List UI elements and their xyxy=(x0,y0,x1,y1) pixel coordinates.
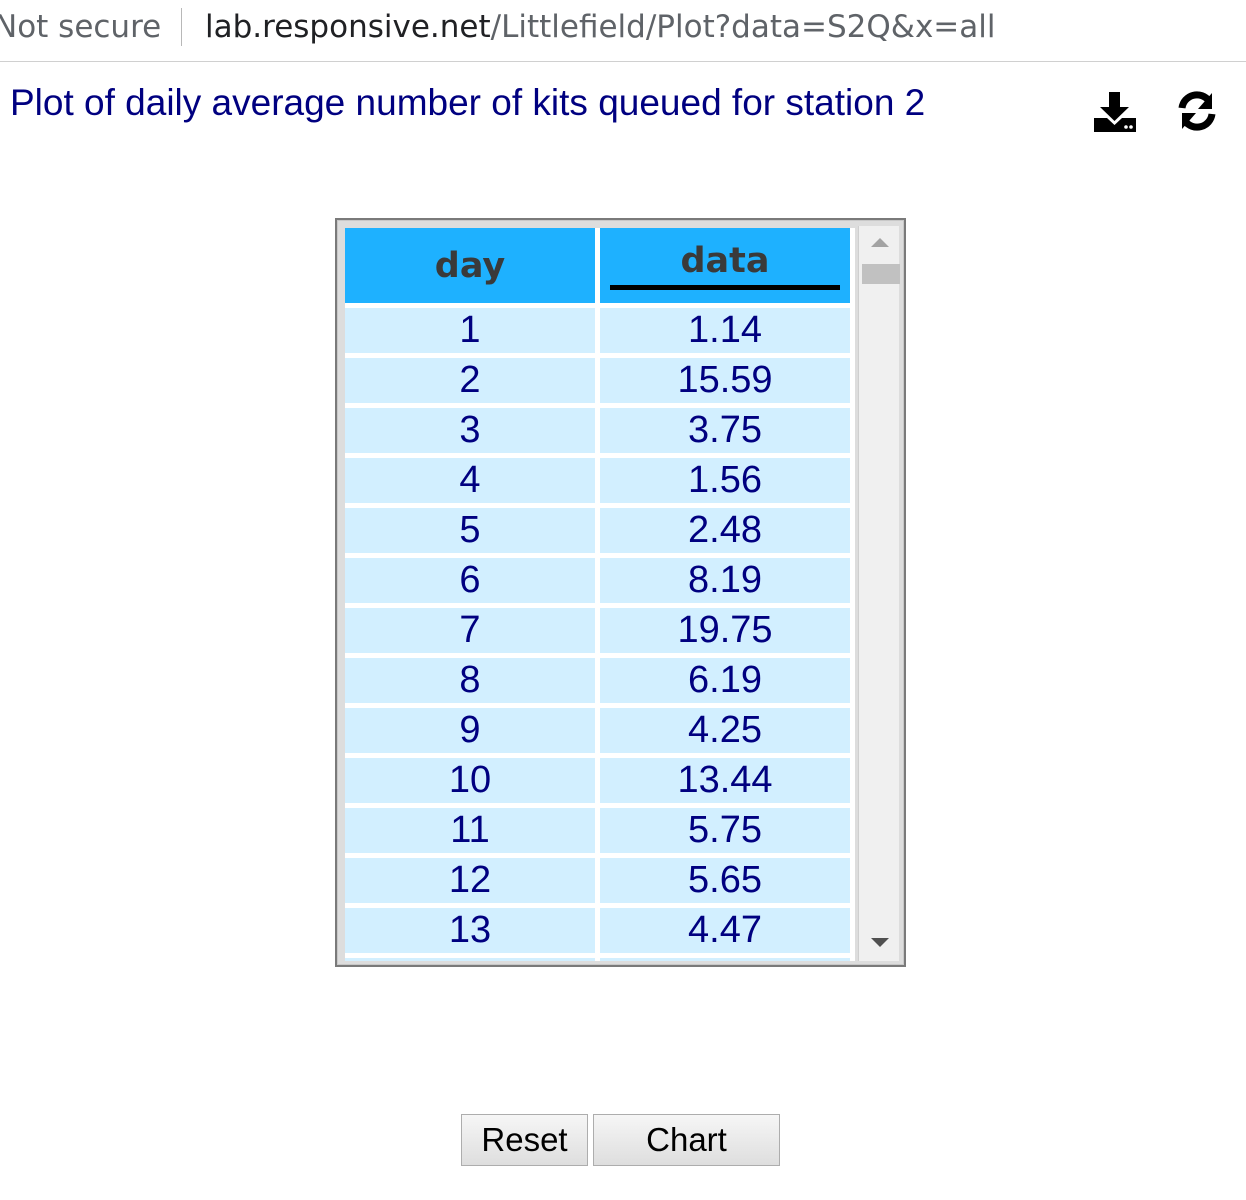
data-cell xyxy=(600,958,850,961)
url-host: lab.responsive.net xyxy=(205,9,491,45)
data-cell: 13.44 xyxy=(600,758,850,803)
day-cell: 7 xyxy=(345,608,595,653)
table-scrollbar[interactable] xyxy=(858,226,900,961)
download-icon[interactable] xyxy=(1092,90,1138,137)
data-cell: 3.75 xyxy=(600,408,850,453)
table-row: 10 13.44 xyxy=(345,758,850,803)
day-cell: 1 xyxy=(345,308,595,353)
day-cell: 8 xyxy=(345,658,595,703)
address-bar[interactable]: Not secure lab.responsive.net/Littlefiel… xyxy=(0,0,1246,62)
data-cell: 19.75 xyxy=(600,608,850,653)
day-cell: 9 xyxy=(345,708,595,753)
data-cell: 15.59 xyxy=(600,358,850,403)
data-table: day data 1 1.14 2 15.59 3 3.75 4 1.56 5 2.48 … xyxy=(345,228,855,961)
url-text[interactable]: lab.responsive.net/Littlefield/Plot?data… xyxy=(205,9,996,45)
url-path: /Littlefield/Plot?data=S2Q&x=all xyxy=(490,9,996,45)
table-row: 1 1.14 xyxy=(345,308,850,353)
table-row: 12 5.65 xyxy=(345,858,850,903)
data-cell: 8.19 xyxy=(600,558,850,603)
day-cell: 12 xyxy=(345,858,595,903)
table-row: 8 6.19 xyxy=(345,658,850,703)
scroll-down-arrow-icon[interactable] xyxy=(871,938,889,947)
data-cell: 5.65 xyxy=(600,858,850,903)
page-title: Plot of daily average number of kits que… xyxy=(10,82,926,123)
day-cell: 2 xyxy=(345,358,595,403)
data-cell: 4.25 xyxy=(600,708,850,753)
column-header-label: data xyxy=(610,244,840,290)
scroll-up-arrow-icon[interactable] xyxy=(871,238,889,247)
data-cell: 1.56 xyxy=(600,458,850,503)
day-cell: 11 xyxy=(345,808,595,853)
table-header-row: day data xyxy=(345,228,850,303)
column-header-data[interactable]: data xyxy=(600,228,850,303)
table-row: 5 2.48 xyxy=(345,508,850,553)
table-row: 13 4.47 xyxy=(345,908,850,953)
column-header-label: day xyxy=(434,245,506,286)
day-cell: 10 xyxy=(345,758,595,803)
table-row xyxy=(345,958,850,961)
data-cell: 5.75 xyxy=(600,808,850,853)
table-row: 4 1.56 xyxy=(345,458,850,503)
table-row: 11 5.75 xyxy=(345,808,850,853)
chart-button[interactable]: Chart xyxy=(593,1114,780,1166)
table-viewport: day data 1 1.14 2 15.59 3 3.75 4 1.56 5 2.48 … xyxy=(345,228,855,961)
day-cell: 5 xyxy=(345,508,595,553)
table-row: 3 3.75 xyxy=(345,408,850,453)
data-cell: 1.14 xyxy=(600,308,850,353)
day-cell: 6 xyxy=(345,558,595,603)
data-cell: 6.19 xyxy=(600,658,850,703)
table-row: 7 19.75 xyxy=(345,608,850,653)
data-table-container: day data 1 1.14 2 15.59 3 3.75 4 1.56 5 2.48 … xyxy=(335,218,906,967)
security-indicator[interactable]: Not secure xyxy=(0,9,161,45)
scrollbar-thumb[interactable] xyxy=(862,264,900,284)
column-header-day[interactable]: day xyxy=(345,228,595,303)
table-row: 9 4.25 xyxy=(345,708,850,753)
day-cell: 13 xyxy=(345,908,595,953)
reset-button[interactable]: Reset xyxy=(461,1114,588,1166)
table-row: 6 8.19 xyxy=(345,558,850,603)
day-cell: 3 xyxy=(345,408,595,453)
refresh-icon[interactable] xyxy=(1176,90,1218,137)
table-row: 2 15.59 xyxy=(345,358,850,403)
address-bar-divider xyxy=(181,8,182,46)
data-cell: 2.48 xyxy=(600,508,850,553)
day-cell: 4 xyxy=(345,458,595,503)
data-cell: 4.47 xyxy=(600,908,850,953)
day-cell xyxy=(345,958,595,961)
